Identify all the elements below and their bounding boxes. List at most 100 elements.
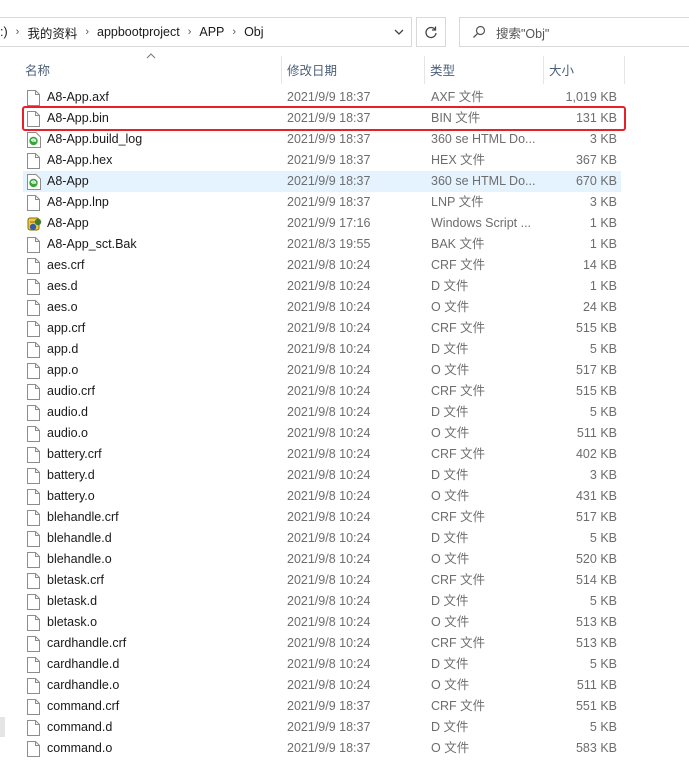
file-row[interactable]: A8-App.build_log 2021/9/9 18:37 360 se HTM…: [23, 129, 621, 150]
breadcrumb-obj[interactable]: Obj: [244, 25, 263, 39]
file-name: cardhandle.o: [47, 678, 120, 692]
file-row[interactable]: command.o 2021/9/9 18:37 O 文件 583 KB: [23, 738, 621, 759]
file-date: 2021/9/8 10:24: [287, 363, 371, 377]
file-row[interactable]: bletask.d 2021/9/8 10:24 D 文件 5 KB: [23, 591, 621, 612]
file-size: 3 KB: [589, 132, 617, 146]
file-icon: [27, 654, 43, 675]
file-row[interactable]: bletask.o 2021/9/8 10:24 O 文件 513 KB: [23, 612, 621, 633]
file-row[interactable]: blehandle.o 2021/9/8 10:24 O 文件 520 KB: [23, 549, 621, 570]
file-row[interactable]: battery.d 2021/9/8 10:24 D 文件 3 KB: [23, 465, 621, 486]
file-name: command.d: [47, 720, 113, 734]
file-row[interactable]: A8-App.axf 2021/9/9 18:37 AXF 文件 1,019 KB: [23, 87, 621, 108]
address-bar[interactable]: :) › 我的资料 › appbootproject › APP › Obj: [0, 17, 412, 47]
file-size: 431 KB: [575, 489, 617, 503]
file-type: CRF 文件: [431, 447, 486, 461]
file-name: audio.o: [47, 426, 89, 440]
search-box[interactable]: 搜索"Obj": [459, 17, 689, 47]
file-type: CRF 文件: [431, 321, 486, 335]
file-row[interactable]: A8-App 2021/9/9 18:37 360 se HTML Do... 670…: [23, 171, 621, 192]
file-size: 517 KB: [575, 510, 617, 524]
breadcrumb-drive[interactable]: :): [0, 25, 8, 39]
file-type: CRF 文件: [431, 510, 486, 524]
file-icon: [27, 360, 43, 381]
file-row[interactable]: battery.crf 2021/9/8 10:24 CRF 文件 402 KB: [23, 444, 621, 465]
file-name: app.o: [47, 363, 79, 377]
file-row[interactable]: cardhandle.crf 2021/9/8 10:24 CRF 文件 513 KB: [23, 633, 621, 654]
file-name: battery.crf: [47, 447, 102, 461]
file-date: 2021/9/8 10:24: [287, 468, 371, 482]
column-date-header[interactable]: 修改日期: [282, 54, 424, 84]
file-row[interactable]: A8-App.bin 2021/9/9 18:37 BIN 文件 131 KB: [23, 108, 621, 129]
file-size: 1,019 KB: [565, 90, 617, 104]
file-size: 14 KB: [582, 258, 617, 272]
breadcrumb-app[interactable]: APP: [199, 25, 224, 39]
file-size: 131 KB: [575, 111, 617, 125]
chevron-right-icon[interactable]: ›: [232, 26, 236, 38]
file-type: Windows Script ...: [431, 216, 532, 230]
file-icon: [27, 549, 43, 570]
sort-ascending-icon: [146, 53, 156, 59]
breadcrumb-my-files[interactable]: 我的资料: [27, 23, 77, 42]
file-row[interactable]: app.o 2021/9/8 10:24 O 文件 517 KB: [23, 360, 621, 381]
column-divider[interactable]: [624, 56, 625, 84]
nav-scroll-indicator: [0, 717, 5, 737]
file-icon: [27, 234, 43, 255]
file-icon: [27, 192, 43, 213]
file-name: A8-App.bin: [47, 111, 109, 125]
file-date: 2021/9/8 10:24: [287, 384, 371, 398]
file-name: app.d: [47, 342, 79, 356]
file-name: A8-App.lnp: [47, 195, 109, 209]
file-type: D 文件: [431, 531, 469, 545]
column-size-header[interactable]: 大小: [544, 54, 624, 84]
file-row[interactable]: battery.o 2021/9/8 10:24 O 文件 431 KB: [23, 486, 621, 507]
file-size: 5 KB: [589, 657, 617, 671]
search-input[interactable]: 搜索"Obj": [496, 23, 549, 42]
file-size: 551 KB: [575, 699, 617, 713]
file-icon: [27, 297, 43, 318]
file-icon: [27, 108, 43, 129]
file-size: 583 KB: [575, 741, 617, 755]
file-row[interactable]: bletask.crf 2021/9/8 10:24 CRF 文件 514 KB: [23, 570, 621, 591]
file-date: 2021/9/8 10:24: [287, 447, 371, 461]
file-type: O 文件: [431, 363, 470, 377]
file-row[interactable]: command.d 2021/9/9 18:37 D 文件 5 KB: [23, 717, 621, 738]
file-row[interactable]: aes.o 2021/9/8 10:24 O 文件 24 KB: [23, 297, 621, 318]
file-icon: [27, 381, 43, 402]
file-row[interactable]: audio.o 2021/9/8 10:24 O 文件 511 KB: [23, 423, 621, 444]
file-size: 3 KB: [589, 195, 617, 209]
refresh-button[interactable]: [416, 17, 446, 47]
file-row[interactable]: command.crf 2021/9/9 18:37 CRF 文件 551 KB: [23, 696, 621, 717]
file-date: 2021/9/8 10:24: [287, 615, 371, 629]
chevron-down-icon[interactable]: [393, 26, 405, 38]
file-name: A8-App.hex: [47, 153, 113, 167]
file-row[interactable]: aes.crf 2021/9/8 10:24 CRF 文件 14 KB: [23, 255, 621, 276]
file-row[interactable]: cardhandle.d 2021/9/8 10:24 D 文件 5 KB: [23, 654, 621, 675]
breadcrumb-appbootproject[interactable]: appbootproject: [97, 25, 180, 39]
file-type: D 文件: [431, 468, 469, 482]
file-size: 515 KB: [575, 384, 617, 398]
html-doc-icon: [27, 129, 43, 150]
file-name: A8-App.build_log: [47, 132, 143, 146]
file-row[interactable]: A8-App.lnp 2021/9/9 18:37 LNP 文件 3 KB: [23, 192, 621, 213]
file-row[interactable]: app.d 2021/9/8 10:24 D 文件 5 KB: [23, 339, 621, 360]
file-row[interactable]: cardhandle.o 2021/9/8 10:24 O 文件 511 KB: [23, 675, 621, 696]
file-row[interactable]: A8-App 2021/9/9 17:16 Windows Script ... 1 …: [23, 213, 621, 234]
refresh-icon: [425, 26, 437, 39]
file-size: 5 KB: [589, 720, 617, 734]
chevron-right-icon[interactable]: ›: [85, 26, 89, 38]
column-type-header[interactable]: 类型: [425, 54, 543, 84]
file-row[interactable]: blehandle.crf 2021/9/8 10:24 CRF 文件 517 KB: [23, 507, 621, 528]
chevron-right-icon[interactable]: ›: [16, 26, 20, 38]
file-icon: [27, 87, 43, 108]
file-row[interactable]: aes.d 2021/9/8 10:24 D 文件 1 KB: [23, 276, 621, 297]
file-row[interactable]: A8-App.hex 2021/9/9 18:37 HEX 文件 367 KB: [23, 150, 621, 171]
file-row[interactable]: audio.crf 2021/9/8 10:24 CRF 文件 515 KB: [23, 381, 621, 402]
file-icon: [27, 528, 43, 549]
file-row[interactable]: app.crf 2021/9/8 10:24 CRF 文件 515 KB: [23, 318, 621, 339]
file-name: blehandle.d: [47, 531, 112, 545]
file-name: battery.d: [47, 468, 95, 482]
file-row[interactable]: audio.d 2021/9/8 10:24 D 文件 5 KB: [23, 402, 621, 423]
file-row[interactable]: blehandle.d 2021/9/8 10:24 D 文件 5 KB: [23, 528, 621, 549]
chevron-right-icon[interactable]: ›: [188, 26, 192, 38]
file-row[interactable]: A8-App_sct.Bak 2021/8/3 19:55 BAK 文件 1 KB: [23, 234, 621, 255]
